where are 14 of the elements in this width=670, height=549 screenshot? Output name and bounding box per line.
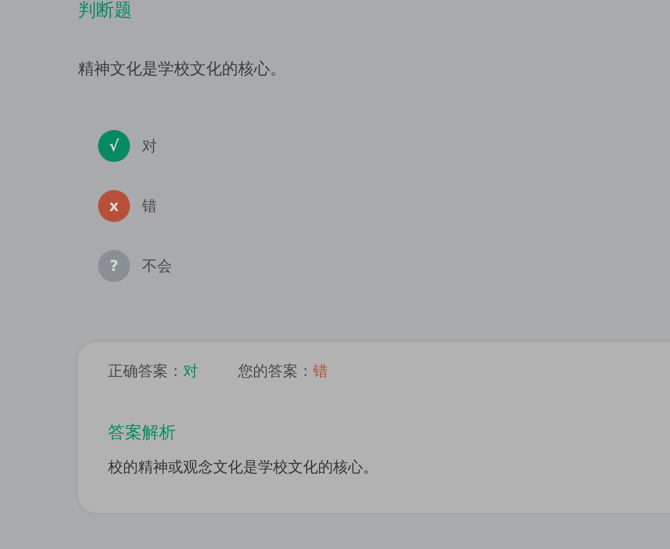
option-label[interactable]: 错 — [142, 196, 157, 216]
option-label[interactable]: 不会 — [142, 256, 172, 276]
question-text: 精神文化是学校文化的核心。 — [78, 58, 287, 80]
analysis-title: 答案解析 — [108, 422, 177, 444]
option-marker[interactable]: ? — [98, 250, 130, 282]
option-marker[interactable]: x — [98, 190, 130, 222]
section-title: 判断题 — [78, 0, 133, 22]
answer-value: 对 — [183, 362, 198, 380]
answer-label: 正确答案： — [108, 362, 183, 380]
option-label[interactable]: 对 — [142, 136, 157, 156]
analysis-text: 校的精神或观念文化是学校文化的核心。 — [108, 458, 379, 477]
option-marker[interactable]: √ — [98, 130, 130, 162]
answer-label: 您的答案： — [238, 362, 313, 380]
answer-value: 错 — [313, 362, 328, 380]
